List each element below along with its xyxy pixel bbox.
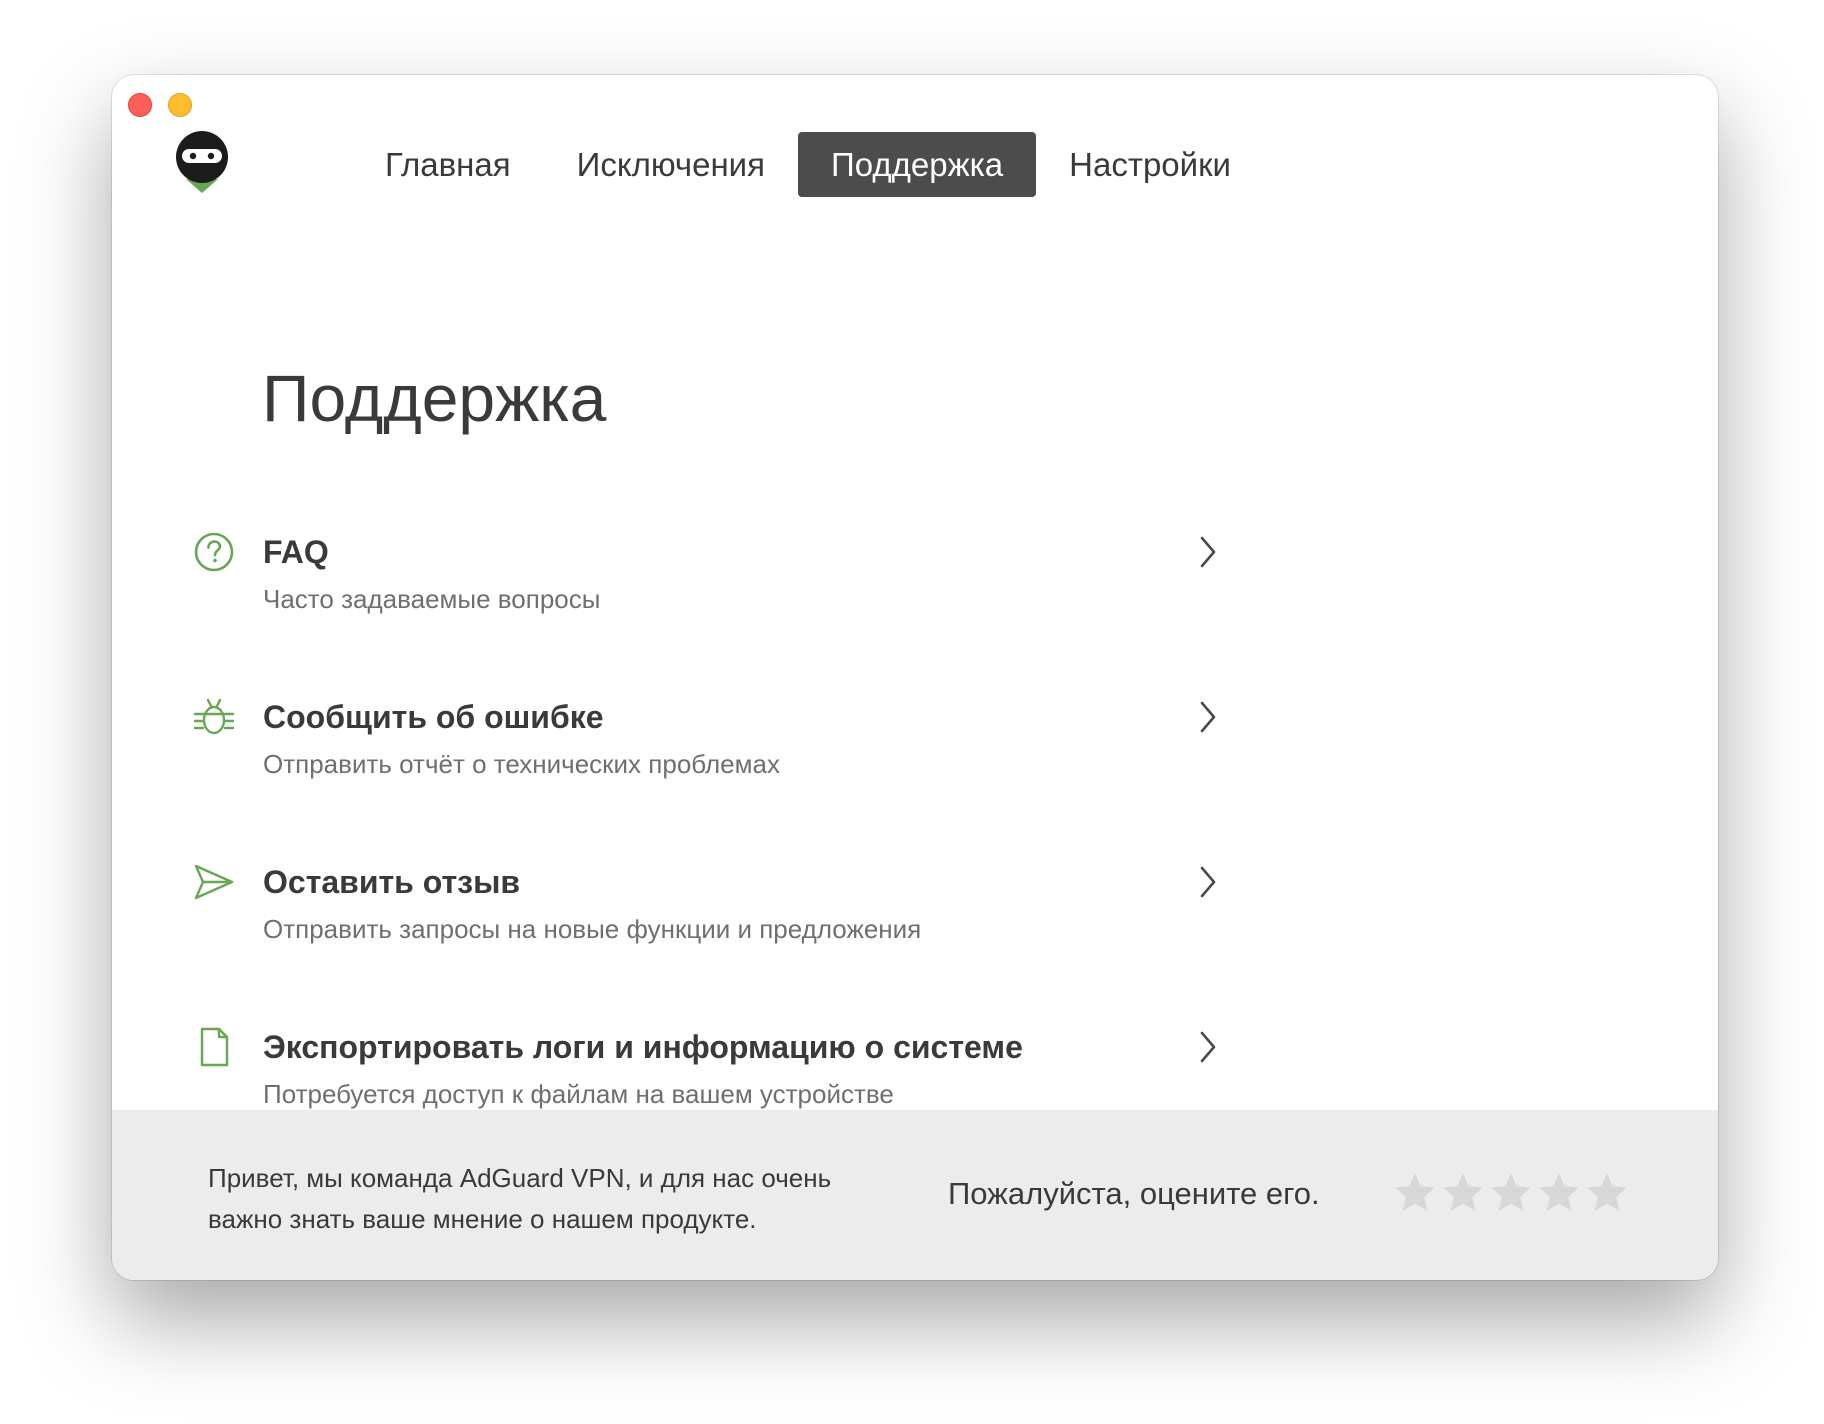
rating-footer: Привет, мы команда AdGuard VPN, и для на… bbox=[112, 1110, 1718, 1280]
adguard-ninja-logo bbox=[174, 127, 230, 197]
app-window: Главная Исключения Поддержка Настройки П… bbox=[112, 75, 1718, 1280]
tab-home[interactable]: Главная bbox=[352, 132, 544, 197]
star-icon[interactable] bbox=[1440, 1170, 1486, 1216]
tab-settings[interactable]: Настройки bbox=[1036, 132, 1264, 197]
main-nav: Главная Исключения Поддержка Настройки bbox=[352, 132, 1264, 197]
feedback-message-line: важно знать ваше мнение о нашем продукте… bbox=[208, 1204, 757, 1234]
document-icon bbox=[192, 1025, 236, 1069]
star-rating bbox=[1392, 1170, 1630, 1216]
rate-label: Пожалуйста, оцените его. bbox=[948, 1176, 1320, 1211]
paper-plane-icon bbox=[192, 860, 236, 904]
feedback-message-line: Привет, мы команда AdGuard VPN, и для на… bbox=[208, 1163, 832, 1193]
chevron-right-icon bbox=[1194, 699, 1220, 735]
window-close-button[interactable] bbox=[128, 93, 152, 117]
star-icon[interactable] bbox=[1536, 1170, 1582, 1216]
support-item-title: Сообщить об ошибке bbox=[263, 699, 604, 735]
support-item-subtitle: Отправить отчёт о технических проблемах bbox=[263, 749, 780, 779]
bug-icon bbox=[192, 695, 236, 739]
support-item-subtitle: Часто задаваемые вопросы bbox=[263, 584, 601, 614]
feedback-message: Привет, мы команда AdGuard VPN, и для на… bbox=[208, 1158, 928, 1240]
star-icon[interactable] bbox=[1584, 1170, 1630, 1216]
support-item-report-bug[interactable]: Сообщить об ошибке Отправить отчёт о тех… bbox=[192, 695, 1222, 860]
chevron-right-icon bbox=[1194, 534, 1220, 570]
support-item-feedback[interactable]: Оставить отзыв Отправить запросы на новы… bbox=[192, 860, 1222, 1025]
star-icon[interactable] bbox=[1488, 1170, 1534, 1216]
support-list: FAQ Часто задаваемые вопросы Сообщить об… bbox=[192, 530, 1222, 1190]
chevron-right-icon bbox=[1194, 864, 1220, 900]
tab-support[interactable]: Поддержка bbox=[798, 132, 1037, 197]
support-item-subtitle: Отправить запросы на новые функции и пре… bbox=[263, 914, 922, 944]
tab-exclusions[interactable]: Исключения bbox=[544, 132, 798, 197]
star-icon[interactable] bbox=[1392, 1170, 1438, 1216]
support-item-faq[interactable]: FAQ Часто задаваемые вопросы bbox=[192, 530, 1222, 695]
chevron-right-icon bbox=[1194, 1029, 1220, 1065]
support-item-title: FAQ bbox=[263, 534, 329, 570]
support-item-title: Экспортировать логи и информацию о систе… bbox=[263, 1029, 1023, 1065]
question-circle-icon bbox=[192, 530, 236, 574]
support-item-subtitle: Потребуется доступ к файлам на вашем уст… bbox=[263, 1079, 894, 1109]
support-item-title: Оставить отзыв bbox=[263, 864, 521, 900]
page-title: Поддержка bbox=[262, 361, 607, 435]
window-minimize-button[interactable] bbox=[168, 93, 192, 117]
